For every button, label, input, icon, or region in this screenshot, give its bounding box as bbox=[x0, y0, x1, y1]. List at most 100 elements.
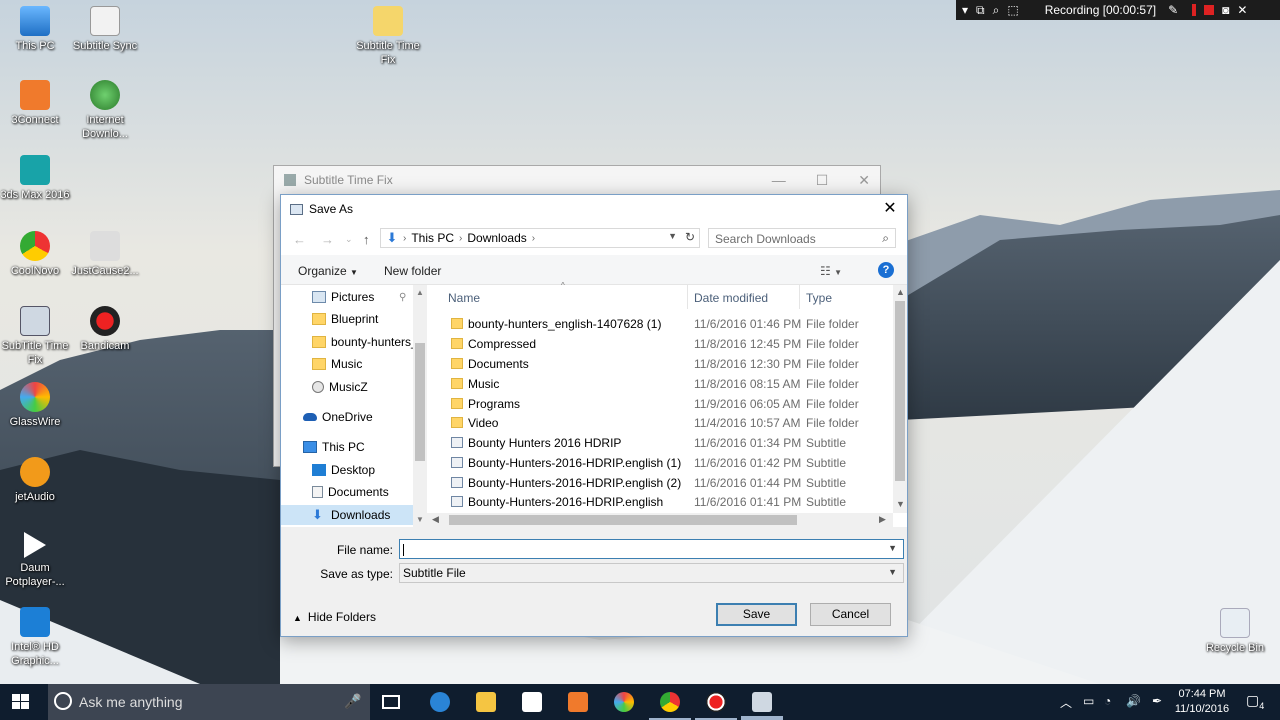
desktop-icon-bandicam[interactable]: Bandicam bbox=[70, 306, 140, 353]
network-icon[interactable]: ◔ bbox=[1104, 694, 1111, 708]
edge-browser-icon[interactable] bbox=[430, 692, 450, 712]
close-button[interactable]: ✕ bbox=[879, 199, 901, 219]
desktop-icon-recycle-bin[interactable]: Recycle Bin bbox=[1199, 608, 1271, 655]
scroll-down-icon[interactable]: ▼ bbox=[416, 515, 424, 524]
maximize-icon[interactable]: ☐ bbox=[816, 172, 829, 189]
scroll-right-icon[interactable]: ▶ bbox=[879, 514, 886, 525]
action-center-icon[interactable]: ▢4 bbox=[1246, 692, 1264, 711]
recent-locations-icon[interactable]: ⌄ bbox=[345, 234, 353, 245]
volume-icon[interactable]: 🔊 bbox=[1126, 694, 1141, 708]
address-bar[interactable]: ⬇ › This PC › Downloads › ▼ ↻ bbox=[380, 228, 700, 248]
nav-item-documents[interactable]: Documents bbox=[281, 482, 413, 502]
file-row[interactable]: Video 11/4/2016 10:57 AM File folder bbox=[427, 413, 897, 433]
forward-icon[interactable]: → bbox=[321, 232, 334, 247]
scrollbar-thumb[interactable] bbox=[415, 343, 425, 461]
nav-item-bounty-hunters[interactable]: bounty-hunters_ bbox=[281, 332, 413, 352]
3connect-taskbar-icon[interactable] bbox=[568, 692, 588, 712]
pen-icon[interactable]: ✒ bbox=[1152, 694, 1162, 708]
file-row[interactable]: Bounty Hunters 2016 HDRIP 11/6/2016 01:3… bbox=[427, 433, 897, 453]
cortana-search-box[interactable]: Ask me anything 🎤 bbox=[48, 684, 370, 720]
save-as-type-select[interactable]: Subtitle File ▼ bbox=[399, 563, 904, 583]
desktop-icon-this-pc[interactable]: This PC bbox=[0, 6, 70, 53]
stop-icon[interactable] bbox=[1204, 5, 1215, 15]
breadcrumb-this-pc[interactable]: This PC bbox=[411, 231, 454, 245]
file-row[interactable]: Bounty-Hunters-2016-HDRIP.english (2) 11… bbox=[427, 473, 897, 493]
chevron-down-icon[interactable]: ▼ bbox=[888, 543, 897, 553]
windows-start-icon[interactable] bbox=[12, 694, 30, 710]
chevron-right-icon[interactable]: › bbox=[403, 233, 406, 244]
search-icon[interactable]: ⌕ bbox=[993, 3, 1000, 18]
desktop-icon-justcause2[interactable]: JustCause2... bbox=[70, 231, 140, 278]
save-button[interactable]: Save bbox=[716, 603, 797, 626]
battery-icon[interactable]: ▭ bbox=[1083, 694, 1094, 708]
search-input[interactable]: Search Downloads ⌕ bbox=[708, 228, 896, 248]
column-divider[interactable] bbox=[799, 285, 800, 309]
nav-item-desktop[interactable]: Desktop bbox=[281, 460, 413, 480]
view-options-icon[interactable]: ☷ ▼ bbox=[820, 264, 842, 278]
desktop-icon-subtitle-time-fix-app[interactable]: SubTitle Time Fix bbox=[0, 306, 70, 367]
chrome-icon[interactable] bbox=[660, 692, 680, 712]
help-icon[interactable]: ? bbox=[878, 262, 894, 278]
store-icon[interactable] bbox=[522, 692, 542, 712]
nav-item-musicz[interactable]: MusicZ bbox=[281, 377, 413, 397]
system-clock[interactable]: 07:44 PM 11/10/2016 bbox=[1173, 687, 1231, 717]
nav-item-this-pc[interactable]: This PC bbox=[281, 437, 413, 457]
chevron-right-icon[interactable]: › bbox=[532, 233, 535, 244]
task-view-icon[interactable] bbox=[382, 695, 400, 709]
breadcrumb-downloads[interactable]: Downloads bbox=[467, 231, 526, 245]
microphone-icon[interactable]: 🎤 bbox=[344, 693, 361, 710]
desktop-icon-intel-hd-graphics[interactable]: Intel® HD Graphic... bbox=[0, 607, 70, 668]
region-icon[interactable]: ⬚ bbox=[1007, 3, 1018, 17]
chevron-down-icon[interactable]: ▼ bbox=[668, 231, 677, 241]
column-divider[interactable] bbox=[687, 285, 688, 309]
desktop-icon-3ds-max[interactable]: 3ds Max 2016 bbox=[0, 155, 70, 202]
column-header-name[interactable]: Name bbox=[448, 285, 480, 309]
cancel-button[interactable]: Cancel bbox=[810, 603, 891, 626]
column-header-date-modified[interactable]: Date modified bbox=[694, 285, 768, 309]
file-row[interactable]: Bounty-Hunters-2016-HDRIP.english (1) 11… bbox=[427, 453, 897, 473]
file-row[interactable]: bounty-hunters_english-1407628 (1) 11/6/… bbox=[427, 314, 897, 334]
new-folder-button[interactable]: New folder bbox=[384, 264, 441, 278]
nav-pane-scrollbar[interactable]: ▲ ▼ bbox=[413, 285, 427, 527]
chevron-right-icon[interactable]: › bbox=[459, 233, 462, 244]
desktop-icon-3connect[interactable]: 3Connect bbox=[0, 80, 70, 127]
file-row[interactable]: Music 11/8/2016 08:15 AM File folder bbox=[427, 374, 897, 394]
scroll-down-icon[interactable]: ▼ bbox=[896, 499, 905, 509]
camera-icon[interactable]: ◙ bbox=[1222, 3, 1229, 17]
desktop-icon-subtitle-time-fix[interactable]: Subtitle Time Fix bbox=[353, 6, 423, 67]
desktop-icon-glasswire[interactable]: GlassWire bbox=[0, 382, 70, 429]
pencil-icon[interactable]: ✎ bbox=[1168, 3, 1178, 17]
bandicam-taskbar-icon[interactable] bbox=[706, 692, 726, 712]
refresh-icon[interactable]: ↻ bbox=[685, 230, 695, 244]
back-icon[interactable]: ← bbox=[293, 232, 306, 247]
dropdown-icon[interactable]: ▾ bbox=[962, 3, 968, 17]
minimize-icon[interactable]: — bbox=[772, 172, 786, 189]
desktop-icon-daum-potplayer[interactable]: Daum Potplayer-... bbox=[0, 532, 70, 589]
hide-folders-button[interactable]: ▲ Hide Folders bbox=[293, 610, 376, 624]
file-row[interactable]: Programs 11/9/2016 06:05 AM File folder bbox=[427, 394, 897, 414]
scrollbar-thumb[interactable] bbox=[895, 301, 905, 481]
file-explorer-icon[interactable] bbox=[476, 692, 496, 712]
subtitle-time-fix-taskbar-icon[interactable] bbox=[752, 692, 772, 712]
desktop-icon-jetaudio[interactable]: jetAudio bbox=[0, 457, 70, 504]
organize-button[interactable]: Organize ▼ bbox=[298, 264, 358, 278]
close-icon[interactable]: ✕ bbox=[858, 172, 870, 189]
file-row[interactable]: Compressed 11/8/2016 12:45 PM File folde… bbox=[427, 334, 897, 354]
nav-item-pictures[interactable]: Pictures ⚲ bbox=[281, 287, 413, 307]
nav-item-onedrive[interactable]: OneDrive bbox=[281, 407, 413, 427]
desktop-icon-internet-download[interactable]: Internet Downlo... bbox=[70, 80, 140, 141]
scroll-up-icon[interactable]: ▲ bbox=[896, 287, 905, 297]
file-row[interactable]: Bounty-Hunters-2016-HDRIP.english 11/6/2… bbox=[427, 492, 897, 512]
nav-item-blueprint[interactable]: Blueprint bbox=[281, 309, 413, 329]
file-list-horizontal-scrollbar[interactable]: ◀ ▶ bbox=[427, 513, 893, 527]
pause-icon[interactable] bbox=[1192, 4, 1197, 16]
window-icon[interactable]: ⧉ bbox=[976, 3, 985, 18]
chevron-down-icon[interactable]: ▼ bbox=[888, 567, 897, 577]
nav-item-music[interactable]: Music bbox=[281, 354, 413, 374]
file-row[interactable]: Documents 11/8/2016 12:30 PM File folder bbox=[427, 354, 897, 374]
desktop-icon-subtitle-sync[interactable]: Subtitle Sync bbox=[70, 6, 140, 53]
glasswire-taskbar-icon[interactable] bbox=[614, 692, 634, 712]
scrollbar-thumb[interactable] bbox=[449, 515, 797, 525]
up-icon[interactable]: ↑ bbox=[363, 232, 370, 247]
file-list-vertical-scrollbar[interactable]: ▲ ▼ bbox=[893, 285, 907, 513]
